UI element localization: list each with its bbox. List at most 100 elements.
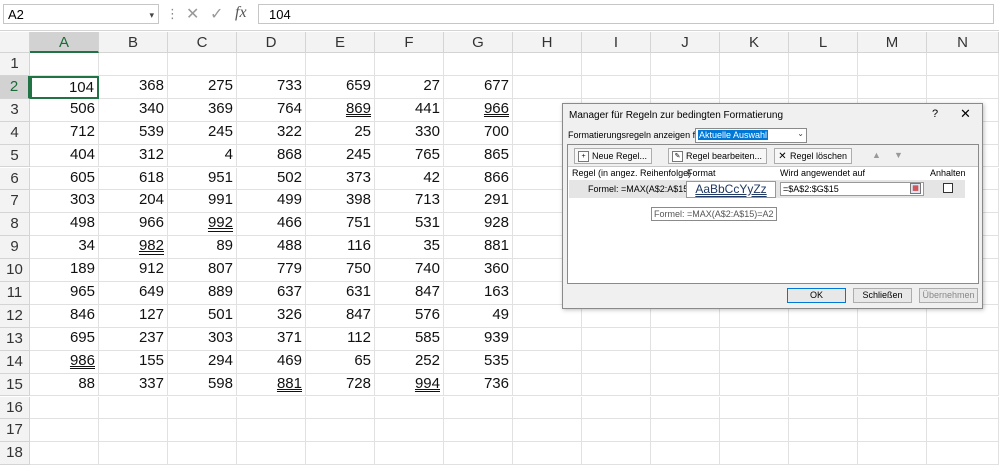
row-header-9[interactable]: 9 <box>0 236 30 260</box>
cell-c5[interactable]: 4 <box>168 144 237 168</box>
cell-e11[interactable]: 631 <box>306 282 375 305</box>
cell-m14[interactable] <box>858 350 927 374</box>
applies-to-input[interactable]: =$A$2:$G$15 <box>780 182 924 196</box>
row-header-5[interactable]: 5 <box>0 144 30 168</box>
cell-e17[interactable] <box>306 419 375 443</box>
cell-a12[interactable]: 846 <box>30 304 99 328</box>
cell-f7[interactable]: 713 <box>375 190 444 214</box>
cell-m2[interactable] <box>858 75 927 99</box>
cell-h15[interactable] <box>513 373 582 397</box>
cell-b11[interactable]: 649 <box>99 282 168 305</box>
cell-b15[interactable]: 337 <box>99 373 168 397</box>
cell-j14[interactable] <box>651 350 720 374</box>
cell-b3[interactable]: 340 <box>99 98 168 122</box>
cell-n16[interactable] <box>927 396 999 420</box>
cell-k16[interactable] <box>720 396 789 420</box>
cell-h18[interactable] <box>513 442 582 465</box>
cell-c8[interactable]: 992 <box>168 213 237 237</box>
row-header-7[interactable]: 7 <box>0 190 30 214</box>
cell-d16[interactable] <box>237 396 306 420</box>
cell-e14[interactable]: 65 <box>306 350 375 374</box>
column-header-m[interactable]: M <box>858 32 927 53</box>
cell-l2[interactable] <box>789 75 858 99</box>
cell-k15[interactable] <box>720 373 789 397</box>
cell-d4[interactable]: 322 <box>237 121 306 145</box>
cell-k14[interactable] <box>720 350 789 374</box>
column-header-g[interactable]: G <box>444 32 513 53</box>
cell-d2[interactable]: 733 <box>237 75 306 99</box>
close-icon[interactable]: ✕ <box>960 106 971 122</box>
cell-c18[interactable] <box>168 442 237 465</box>
cell-b5[interactable]: 312 <box>99 144 168 168</box>
cell-g6[interactable]: 866 <box>444 167 513 191</box>
column-header-j[interactable]: J <box>651 32 720 53</box>
cell-e10[interactable]: 750 <box>306 259 375 282</box>
cell-j18[interactable] <box>651 442 720 465</box>
cell-n15[interactable] <box>927 373 999 397</box>
column-header-b[interactable]: B <box>99 32 168 53</box>
cell-c6[interactable]: 951 <box>168 167 237 191</box>
cell-i16[interactable] <box>582 396 651 420</box>
cell-f2[interactable]: 27 <box>375 75 444 99</box>
column-header-c[interactable]: C <box>168 32 237 53</box>
column-header-f[interactable]: F <box>375 32 444 53</box>
cell-f5[interactable]: 765 <box>375 144 444 168</box>
cell-m13[interactable] <box>858 327 927 351</box>
cell-f15[interactable]: 994 <box>375 373 444 397</box>
cell-c14[interactable]: 294 <box>168 350 237 374</box>
cell-c10[interactable]: 807 <box>168 259 237 282</box>
cell-k2[interactable] <box>720 75 789 99</box>
cell-h14[interactable] <box>513 350 582 374</box>
cell-j1[interactable] <box>651 53 720 76</box>
cell-m17[interactable] <box>858 419 927 443</box>
cell-d11[interactable]: 637 <box>237 282 306 305</box>
cell-l14[interactable] <box>789 350 858 374</box>
cell-g15[interactable]: 736 <box>444 373 513 397</box>
cell-g13[interactable]: 939 <box>444 327 513 351</box>
cell-c1[interactable] <box>168 53 237 76</box>
cell-d12[interactable]: 326 <box>237 304 306 328</box>
cell-g12[interactable]: 49 <box>444 304 513 328</box>
cell-e16[interactable] <box>306 396 375 420</box>
show-rules-select[interactable]: Aktuelle Auswahl ⌄ <box>695 128 807 143</box>
cell-d15[interactable]: 881 <box>237 373 306 397</box>
cell-b13[interactable]: 237 <box>99 327 168 351</box>
cell-a14[interactable]: 986 <box>30 350 99 374</box>
cell-f1[interactable] <box>375 53 444 76</box>
delete-rule-button[interactable]: ✕ Regel löschen <box>774 148 853 164</box>
cell-l15[interactable] <box>789 373 858 397</box>
cell-n13[interactable] <box>927 327 999 351</box>
cell-j16[interactable] <box>651 396 720 420</box>
cell-a6[interactable]: 605 <box>30 167 99 191</box>
cell-b14[interactable]: 155 <box>99 350 168 374</box>
cell-h2[interactable] <box>513 75 582 99</box>
cell-a10[interactable]: 189 <box>30 259 99 282</box>
cell-m18[interactable] <box>858 442 927 465</box>
cell-c9[interactable]: 89 <box>168 236 237 260</box>
row-header-8[interactable]: 8 <box>0 213 30 237</box>
cell-l16[interactable] <box>789 396 858 420</box>
cell-g16[interactable] <box>444 396 513 420</box>
cell-c11[interactable]: 889 <box>168 282 237 305</box>
cell-d14[interactable]: 469 <box>237 350 306 374</box>
cell-d6[interactable]: 502 <box>237 167 306 191</box>
cell-d1[interactable] <box>237 53 306 76</box>
insert-function-icon[interactable]: fx <box>235 4 247 22</box>
cell-a13[interactable]: 695 <box>30 327 99 351</box>
column-header-k[interactable]: K <box>720 32 789 53</box>
cell-b12[interactable]: 127 <box>99 304 168 328</box>
cell-b17[interactable] <box>99 419 168 443</box>
cell-e1[interactable] <box>306 53 375 76</box>
cell-l1[interactable] <box>789 53 858 76</box>
row-header-12[interactable]: 12 <box>0 304 30 328</box>
cell-i17[interactable] <box>582 419 651 443</box>
cell-f3[interactable]: 441 <box>375 98 444 122</box>
cell-a8[interactable]: 498 <box>30 213 99 237</box>
cell-d17[interactable] <box>237 419 306 443</box>
cell-f13[interactable]: 585 <box>375 327 444 351</box>
cell-d10[interactable]: 779 <box>237 259 306 282</box>
cell-b18[interactable] <box>99 442 168 465</box>
cell-c13[interactable]: 303 <box>168 327 237 351</box>
row-header-4[interactable]: 4 <box>0 121 30 145</box>
cell-g2[interactable]: 677 <box>444 75 513 99</box>
